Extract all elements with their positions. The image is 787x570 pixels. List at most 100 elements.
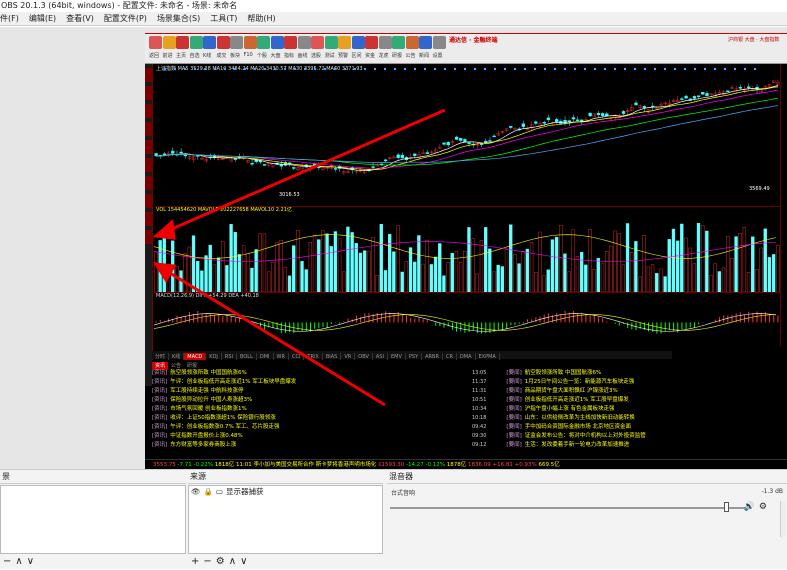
volume-bar [621, 264, 626, 292]
news-item[interactable]: [资讯] 市场气氛回暖 创业板指数涨1% [152, 405, 462, 414]
remove-scene-button[interactable]: − [3, 556, 11, 567]
side-tab[interactable] [145, 230, 152, 244]
tdx-tool-button[interactable] [311, 36, 324, 49]
news-item[interactable]: 10:34 [要闻] 沪指午盘小幅上涨 有色金属板块走强 [472, 405, 782, 414]
menu-help[interactable]: 帮助(H) [242, 12, 280, 26]
news-headline: 午评：创业板指数涨0.7% 军工、芯片股走强 [170, 424, 280, 430]
signal-dot [524, 68, 526, 70]
news-item[interactable]: 10:18 [要闻] 山东：以供给侧改革为主线加快新旧动能转换 [472, 414, 782, 423]
add-source-button[interactable]: + [191, 556, 199, 567]
news-item[interactable]: 10:51 [要闻] 创业板指低开高走涨近1% 军工股早盘爆发 [472, 396, 782, 405]
side-tab[interactable] [145, 212, 152, 226]
news-item[interactable]: 11:37 [要闻] 1月25日午间公告一览：新能源汽车板块走强 [472, 378, 782, 387]
tdx-tool-button[interactable] [203, 36, 216, 49]
tdx-tool-button[interactable] [419, 36, 432, 49]
tdx-tool-button[interactable] [270, 36, 284, 49]
news-item[interactable]: [资讯] 中证指数开盘报价上涨0.48% [152, 432, 462, 441]
tdx-tool-button[interactable] [162, 36, 176, 49]
scene-item[interactable] [1, 486, 185, 498]
tdx-tool-button[interactable] [392, 36, 405, 49]
menu-scene-collection[interactable]: 场景集合(S) [152, 12, 205, 26]
menu-file[interactable]: 件(F) [0, 12, 24, 26]
side-tab[interactable] [145, 122, 152, 136]
news-item[interactable]: 09:12 [要闻] 生活：发改委着手新一轮电力改革加速推进 [472, 441, 782, 450]
news-item[interactable]: [资讯] 收评：上证50指数涨超1% 保险银行股领涨 [152, 414, 462, 423]
tdx-tool-button[interactable] [216, 36, 230, 49]
tdx-tool-button[interactable] [324, 36, 338, 49]
remove-source-button[interactable]: − [203, 556, 211, 567]
tdx-tool-button[interactable] [297, 36, 311, 49]
side-tab[interactable] [145, 104, 152, 118]
tdx-tool-button[interactable] [405, 36, 419, 49]
volume-bar [517, 263, 521, 292]
news-tag: [要闻] [506, 370, 522, 376]
candle [484, 140, 488, 143]
news-tag: [要闻] [506, 424, 522, 430]
sources-list[interactable]: 👁 🔒 ▭ 显示器捕获 [188, 485, 383, 554]
tdx-tool-button[interactable] [189, 36, 203, 49]
news-time: 13:05 [472, 370, 487, 376]
eye-icon[interactable]: 👁 [191, 486, 201, 498]
gear-icon[interactable]: ⚙ [216, 556, 225, 567]
candle [680, 98, 684, 100]
tdx-tool-button[interactable] [230, 36, 243, 49]
volume-slider[interactable] [390, 507, 747, 509]
volume-bar [488, 248, 492, 292]
news-tag: [资讯] [152, 442, 168, 448]
source-item[interactable]: 👁 🔒 ▭ 显示器捕获 [189, 486, 382, 498]
tdx-tool-button[interactable] [378, 36, 392, 49]
news-item[interactable]: 09:30 [要闻] 证监会发布公告：将对中介机构以上对外投资监管 [472, 432, 782, 441]
tdx-tool-button[interactable] [432, 36, 446, 49]
move-down-button[interactable]: ∨ [27, 556, 34, 567]
side-tab[interactable] [145, 140, 152, 154]
news-item[interactable]: 09:42 [要闻] 手中加码合资国际金融市场 北京地区资金面 [472, 423, 782, 432]
signal-dot [364, 68, 366, 70]
side-tab[interactable] [145, 68, 152, 82]
tdx-tool-button[interactable] [284, 36, 297, 49]
candle [421, 152, 425, 155]
news-headline: 东方财富等多家券商股上涨 [170, 442, 237, 448]
tdx-tool-button[interactable] [149, 36, 162, 49]
tdx-tool-button[interactable] [243, 36, 257, 49]
side-tab[interactable] [145, 176, 152, 190]
tdx-tool-button[interactable] [351, 36, 365, 49]
news-item[interactable]: [资讯] 东方财富等多家券商股上涨 [152, 441, 462, 450]
side-tab[interactable] [145, 158, 152, 172]
menu-edit[interactable]: 编辑(E) [24, 12, 61, 26]
side-tab[interactable] [145, 194, 152, 208]
menu-view[interactable]: 查看(V) [61, 12, 99, 26]
news-item[interactable]: [资讯] 午评：创业板指低开高走涨近1% 军工板块早盘爆发 [152, 378, 462, 387]
news-headline: 商品期货午盘大面积飘红 沪镍涨近3% [524, 388, 618, 394]
news-item[interactable]: [资讯] 保险股异动拉升 中国人寿涨超3% [152, 396, 462, 405]
tdx-tool-button[interactable] [365, 36, 378, 49]
menu-tools[interactable]: 工具(T) [205, 12, 242, 26]
move-down-button[interactable]: ∨ [240, 556, 247, 567]
news-item[interactable]: [资讯] 午评：创业板指数涨0.7% 军工、芯片股走强 [152, 423, 462, 432]
lock-icon[interactable]: 🔒 [204, 486, 213, 498]
tdx-tool-button[interactable] [176, 36, 189, 49]
candle [696, 95, 701, 97]
side-tab[interactable] [145, 86, 152, 100]
mixer-scrollbar[interactable] [780, 501, 786, 537]
indicator-tabs: 分时 K线 MACD KDJ RSI BOLL DMI WR CCI TRIX BIAS VR OBV A… [152, 351, 672, 361]
candle [575, 119, 580, 121]
menu-profile[interactable]: 配置文件(P) [99, 12, 152, 26]
move-up-button[interactable]: ∧ [15, 556, 22, 567]
tdx-tool-button[interactable] [338, 36, 351, 49]
gear-icon[interactable]: ⚙ [759, 502, 767, 512]
news-item[interactable]: [资讯] 航空股领涨所致 中国国航涨6% [152, 369, 462, 378]
tdx-tool-button[interactable] [257, 36, 270, 49]
volume-bar [425, 240, 429, 292]
scenes-list[interactable] [0, 485, 186, 554]
volume-bar [638, 276, 642, 292]
candle [488, 140, 492, 142]
news-tag: [要闻] [506, 442, 522, 448]
speaker-icon[interactable]: 🔊 [744, 502, 755, 512]
news-item[interactable]: 13:05 [要闻] 航空股领涨所致 中国国航涨6% [472, 369, 782, 378]
move-up-button[interactable]: ∧ [229, 556, 236, 567]
sources-panel: 来源 👁 🔒 ▭ 显示器捕获 + − ⚙ ∧ ∨ [188, 470, 383, 570]
volume-slider-thumb[interactable] [724, 502, 729, 512]
candle [233, 158, 238, 160]
news-item[interactable]: 11:31 [要闻] 商品期货午盘大面积飘红 沪镍涨近3% [472, 387, 782, 396]
news-item[interactable]: [资讯] 军工股持续走强 中航科技涨停 [152, 387, 462, 396]
